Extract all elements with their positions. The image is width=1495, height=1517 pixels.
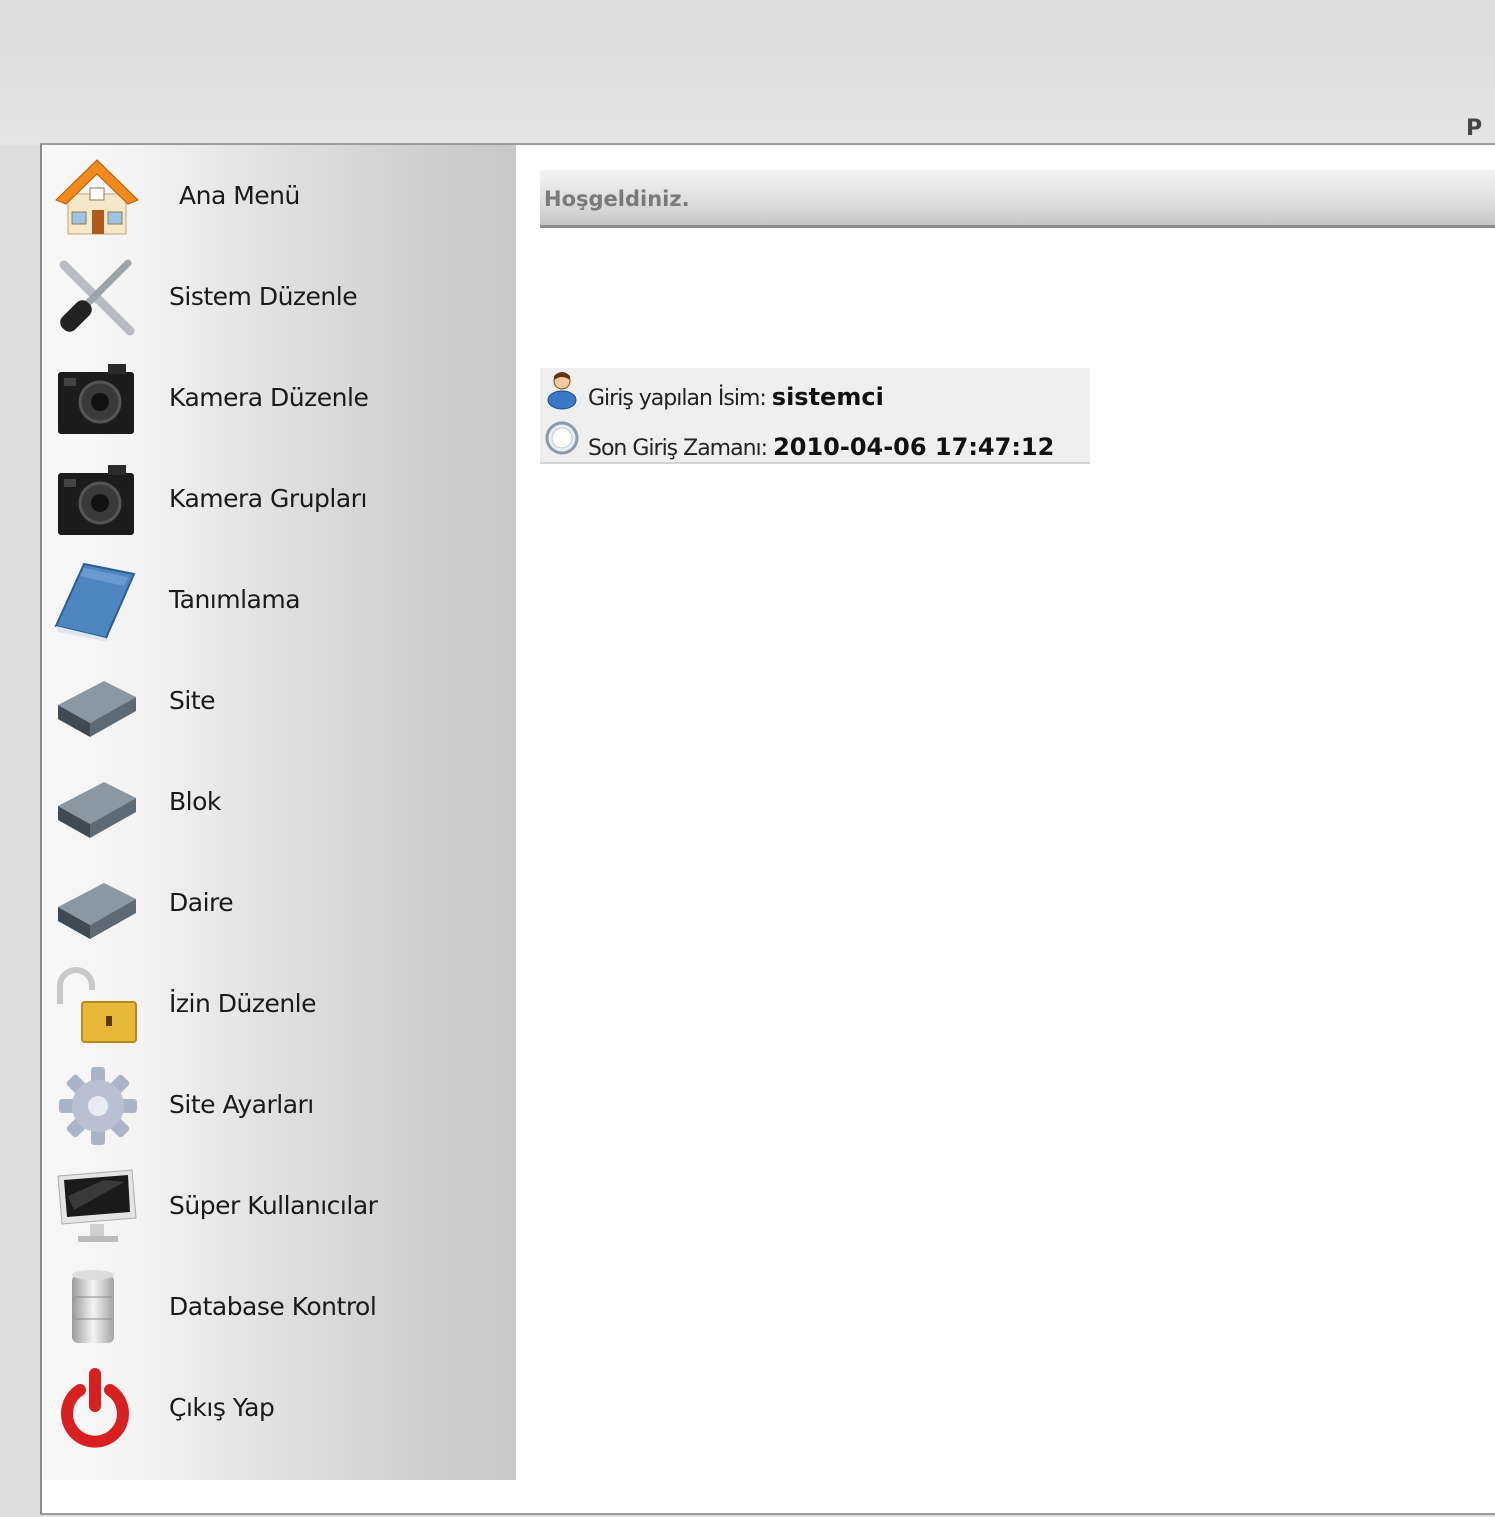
sidebar-item-daire[interactable]: Daire bbox=[42, 852, 516, 953]
sidebar-item-super-kullanicilar[interactable]: Süper Kullanıcılar bbox=[42, 1155, 516, 1256]
sidebar-item-database-kontrol[interactable]: Database Kontrol bbox=[42, 1256, 516, 1357]
tools-icon bbox=[54, 257, 140, 339]
sidebar-item-cikis-yap[interactable]: Çıkış Yap bbox=[42, 1357, 516, 1458]
home-icon bbox=[54, 156, 140, 238]
user-info-text: Giriş yapılan İsim: sistemci bbox=[588, 383, 884, 411]
gear-icon bbox=[54, 1065, 140, 1147]
sidebar-item-label: Ana Menü bbox=[179, 181, 300, 210]
drive-icon bbox=[54, 863, 140, 945]
welcome-header-bar: Hoşgeldiniz. bbox=[540, 170, 1495, 228]
monitor-icon bbox=[54, 1166, 140, 1248]
sidebar-item-tanimlama[interactable]: Tanımlama bbox=[42, 549, 516, 650]
sidebar-item-blok[interactable]: Blok bbox=[42, 751, 516, 852]
clock-icon bbox=[544, 420, 580, 460]
camera-icon bbox=[54, 358, 140, 440]
sidebar-item-site-ayarlari[interactable]: Site Ayarları bbox=[42, 1054, 516, 1155]
sidebar-item-label: Blok bbox=[169, 787, 221, 816]
sidebar-item-ana-menu[interactable]: Ana Menü bbox=[42, 145, 516, 246]
sidebar-item-label: Sistem Düzenle bbox=[169, 282, 358, 311]
sidebar-item-label: Daire bbox=[169, 888, 234, 917]
logged-in-user-value: sistemci bbox=[771, 383, 884, 411]
sidebar-item-site[interactable]: Site bbox=[42, 650, 516, 751]
drive-icon bbox=[54, 661, 140, 743]
sidebar-item-izin-duzenle[interactable]: İzin Düzenle bbox=[42, 953, 516, 1054]
power-icon bbox=[54, 1368, 140, 1450]
sidebar-item-label: Kamera Grupları bbox=[169, 484, 367, 513]
user-icon bbox=[544, 370, 580, 410]
login-info-box: Giriş yapılan İsim: sistemci Son Giriş Z… bbox=[540, 368, 1090, 464]
book-icon bbox=[54, 560, 140, 642]
sidebar-item-label: Çıkış Yap bbox=[169, 1393, 275, 1422]
sidebar-item-kamera-duzenle[interactable]: Kamera Düzenle bbox=[42, 347, 516, 448]
last-login-value: 2010-04-06 17:47:12 bbox=[773, 433, 1055, 461]
sidebar-menu: Ana Menü Sistem Düzenle Kamera Düzenle K… bbox=[42, 145, 516, 1480]
sidebar-item-sistem-duzenle[interactable]: Sistem Düzenle bbox=[42, 246, 516, 347]
database-icon bbox=[54, 1267, 140, 1349]
top-header-band bbox=[0, 0, 1495, 145]
last-login-text: Son Giriş Zamanı: 2010-04-06 17:47:12 bbox=[588, 433, 1054, 461]
sidebar-item-label: Süper Kullanıcılar bbox=[169, 1191, 378, 1220]
last-login-label: Son Giriş Zamanı: bbox=[588, 436, 774, 461]
sidebar-item-label: Site Ayarları bbox=[169, 1090, 314, 1119]
logged-in-user-label: Giriş yapılan İsim: bbox=[588, 386, 772, 411]
sidebar-item-label: Database Kontrol bbox=[169, 1292, 377, 1321]
sidebar-item-kamera-gruplari[interactable]: Kamera Grupları bbox=[42, 448, 516, 549]
camera-icon bbox=[54, 459, 140, 541]
header-corner-text: P bbox=[1466, 116, 1483, 141]
padlock-icon bbox=[54, 964, 140, 1046]
sidebar-item-label: İzin Düzenle bbox=[169, 989, 317, 1018]
sidebar-item-label: Site bbox=[169, 686, 216, 715]
drive-icon bbox=[54, 762, 140, 844]
sidebar-item-label: Kamera Düzenle bbox=[169, 383, 369, 412]
sidebar-item-label: Tanımlama bbox=[169, 585, 301, 614]
page-title: Hoşgeldiniz. bbox=[544, 187, 690, 211]
